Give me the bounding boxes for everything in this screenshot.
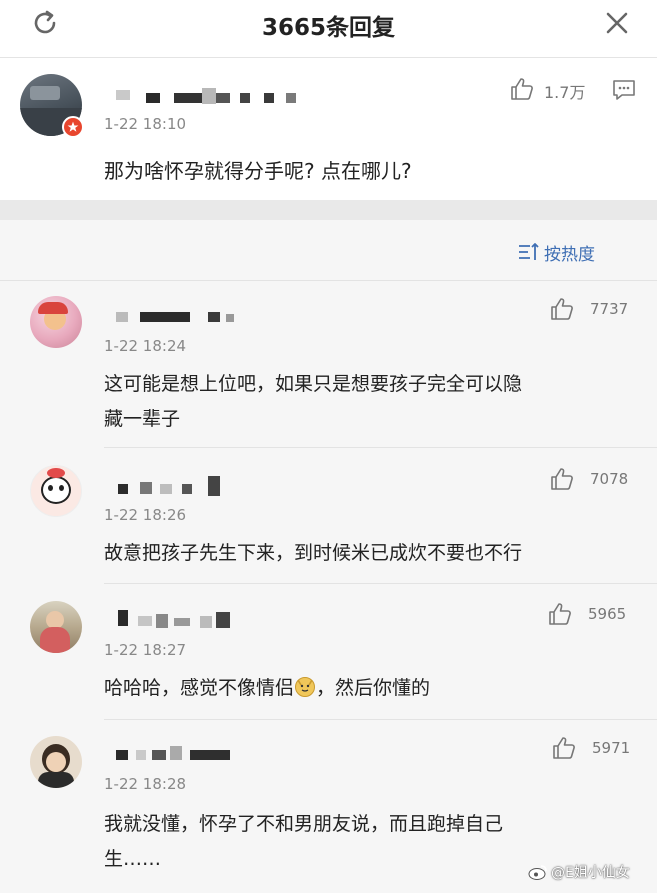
reply-icon[interactable] bbox=[611, 77, 637, 103]
divider bbox=[104, 583, 657, 584]
reply-time: 1-22 18:27 bbox=[104, 641, 187, 659]
reply-time: 1-22 18:26 bbox=[104, 506, 187, 524]
reply-text: 故意把孩子先生下来，到时候米已成炊不要也不行 bbox=[104, 542, 523, 564]
like-icon[interactable] bbox=[549, 466, 575, 492]
sort-button[interactable]: 按热度 bbox=[518, 238, 595, 266]
reply-text: 生…… bbox=[104, 848, 162, 870]
like-icon[interactable] bbox=[547, 601, 573, 627]
reply-text: 我就没懂，怀孕了不和男朋友说，而且跑掉自己 bbox=[104, 813, 504, 835]
username-obscured[interactable] bbox=[104, 610, 254, 632]
reply-text: 这可能是想上位吧，如果只是想要孩子完全可以隐 bbox=[104, 373, 523, 395]
like-count: 7078 bbox=[590, 470, 629, 488]
doge-emoji-icon bbox=[295, 677, 316, 697]
page-title: 3665条回复 bbox=[261, 15, 395, 41]
username-obscured[interactable] bbox=[104, 88, 304, 106]
like-count: 5965 bbox=[588, 605, 627, 623]
reply-time: 1-22 18:28 bbox=[104, 775, 187, 793]
divider bbox=[104, 447, 657, 448]
main-comment: 1-22 18:10 1.7万 那为啥怀孕就得分手呢? 点在哪儿? bbox=[0, 58, 657, 200]
section-divider bbox=[0, 200, 657, 220]
verified-badge-icon bbox=[62, 116, 84, 138]
avatar[interactable] bbox=[30, 736, 82, 788]
like-icon[interactable] bbox=[549, 296, 575, 322]
like-count: 7737 bbox=[590, 300, 629, 318]
avatar[interactable] bbox=[30, 601, 82, 653]
like-icon[interactable] bbox=[551, 735, 577, 761]
username-obscured[interactable] bbox=[104, 744, 244, 764]
comment-time: 1-22 18:10 bbox=[104, 115, 187, 133]
like-count: 1.7万 bbox=[544, 83, 586, 102]
avatar[interactable] bbox=[30, 296, 82, 348]
weibo-logo-icon bbox=[528, 865, 547, 880]
avatar[interactable] bbox=[30, 465, 82, 517]
like-icon[interactable] bbox=[509, 76, 535, 102]
username-obscured[interactable] bbox=[104, 308, 244, 326]
reply-text: 藏一辈子 bbox=[104, 408, 181, 430]
comment-text: 那为啥怀孕就得分手呢? 点在哪儿? bbox=[104, 159, 412, 183]
watermark-text: @E姐小仙女 bbox=[551, 865, 630, 881]
watermark: @E姐小仙女 bbox=[528, 862, 630, 882]
divider bbox=[104, 719, 657, 720]
sort-label: 按热度 bbox=[544, 244, 595, 265]
reply-text-part: ，然后你懂的 bbox=[316, 677, 431, 699]
like-count: 5971 bbox=[592, 739, 631, 757]
reply-text: 哈哈哈，感觉不像情侣 ，然后你懂的 bbox=[104, 670, 430, 706]
sort-icon bbox=[519, 243, 539, 260]
close-icon[interactable] bbox=[600, 6, 634, 40]
reply-time: 1-22 18:24 bbox=[104, 337, 187, 355]
reply-text-part: 哈哈哈，感觉不像情侣 bbox=[104, 677, 295, 699]
username-obscured[interactable] bbox=[104, 476, 244, 498]
header-bar: 3665条回复 bbox=[0, 0, 657, 58]
divider bbox=[0, 280, 657, 281]
